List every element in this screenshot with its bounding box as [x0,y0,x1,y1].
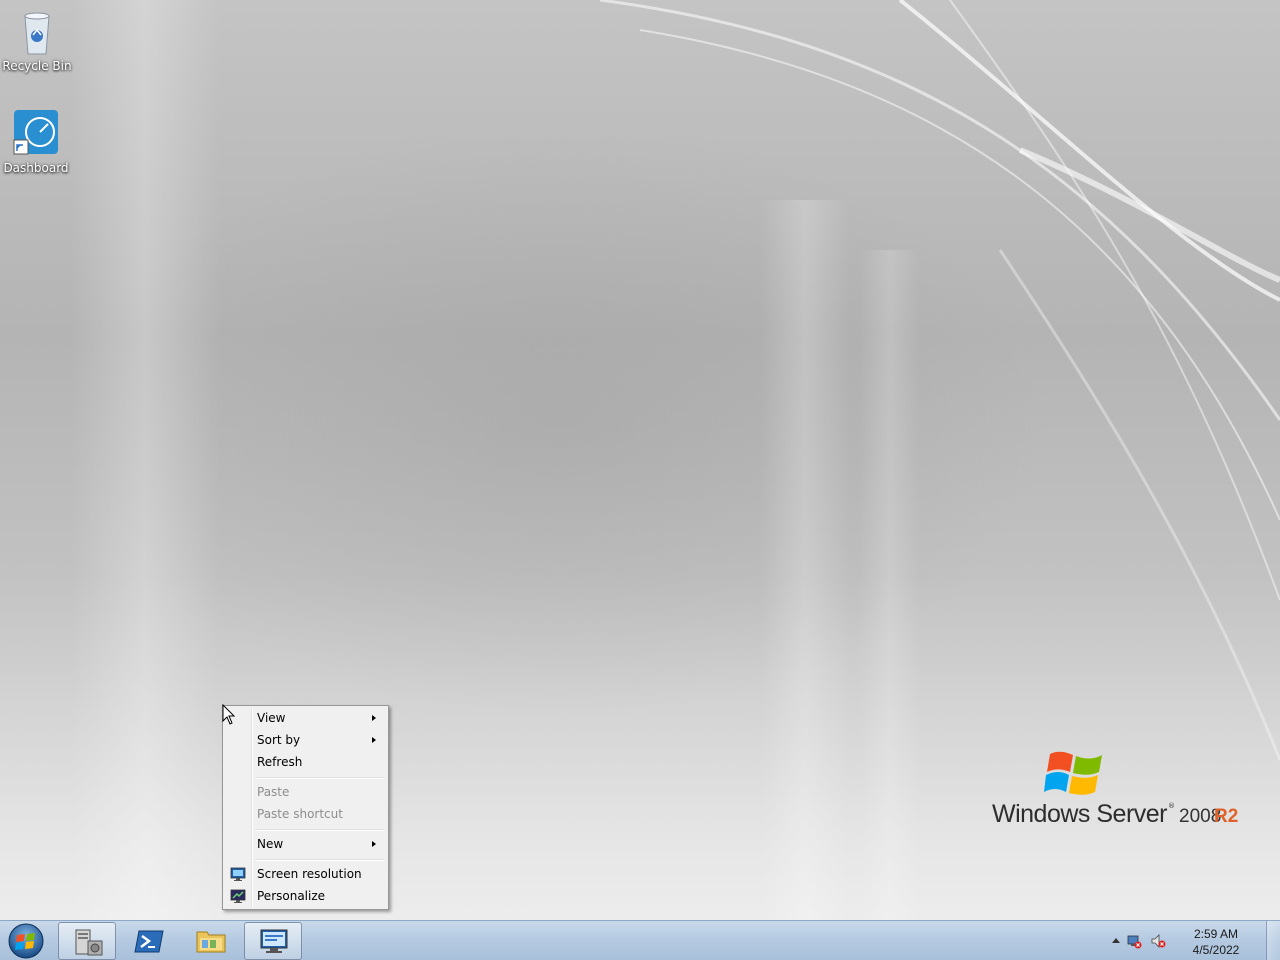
menu-separator [255,829,384,831]
desktop-icon-recycle-bin[interactable]: Recycle Bin [1,8,73,73]
server-manager-icon [75,929,103,956]
clock-time: 2:59 AM [1193,927,1239,941]
menu-item-personalize-label: Personalize [257,889,326,903]
taskbar-remote-desktop[interactable] [244,922,302,960]
menu-item-paste-shortcut-label: Paste shortcut [257,807,343,821]
desktop-context-menu: View Sort by Refresh Paste Paste shortcu… [222,705,389,910]
menu-item-paste[interactable]: Paste [225,781,386,803]
taskbar-powershell[interactable] [120,922,178,960]
menu-item-view[interactable]: View [225,707,386,729]
taskbar-file-explorer[interactable] [182,922,240,960]
system-clock[interactable]: 2:59 AM 4/5/2022 [1184,926,1248,958]
recycle-bin-label: Recycle Bin [2,59,72,73]
mouse-cursor-icon [222,704,236,725]
menu-item-new-label: New [257,837,284,851]
windows-flag-logo-icon [1044,751,1102,795]
notification-area: 2:59 AM 4/5/2022 [1106,921,1266,960]
dashboard-label: Dashboard [3,161,69,175]
windows-server-branding: Windows Server ® 2008 R2 [992,748,1252,832]
menu-item-personalize[interactable]: Personalize [225,885,386,907]
branding-product-text: Windows Server [992,800,1168,828]
menu-item-refresh[interactable]: Refresh [225,751,386,773]
submenu-arrow-icon [372,737,376,743]
menu-item-sort-by-label: Sort by [257,733,301,747]
menu-item-view-label: View [257,711,286,725]
menu-separator [255,859,384,861]
desktop-icon-dashboard[interactable]: Dashboard [0,110,72,175]
taskbar: 2:59 AM 4/5/2022 [0,920,1280,960]
menu-item-paste-label: Paste [257,785,290,799]
powershell-icon [134,930,164,953]
network-disconnected-icon[interactable] [1126,933,1142,949]
menu-item-paste-shortcut[interactable]: Paste shortcut [225,803,386,825]
taskbar-server-manager[interactable] [58,922,116,960]
menu-item-screen-resolution-label: Screen resolution [257,867,362,881]
menu-item-new[interactable]: New [225,833,386,855]
branding-trademark: ® [1168,802,1175,810]
show-desktop-button[interactable] [1266,921,1280,960]
file-explorer-icon [196,931,226,953]
screen-resolution-icon [230,866,246,882]
submenu-arrow-icon [372,715,376,721]
menu-item-sort-by[interactable]: Sort by [225,729,386,751]
recycle-bin-icon [13,8,61,56]
windows-start-icon [8,923,44,959]
menu-separator [255,777,384,779]
remote-desktop-icon [260,929,288,953]
dashboard-icon [12,110,60,158]
personalize-icon [230,888,246,904]
branding-release-text: R2 [1214,806,1239,827]
menu-item-refresh-label: Refresh [257,755,303,769]
clock-date: 4/5/2022 [1192,943,1240,957]
submenu-arrow-icon [372,841,376,847]
volume-muted-icon[interactable] [1150,933,1166,949]
menu-item-screen-resolution[interactable]: Screen resolution [225,863,386,885]
show-hidden-icons-arrow-icon[interactable] [1112,938,1120,943]
start-button[interactable] [4,922,48,960]
